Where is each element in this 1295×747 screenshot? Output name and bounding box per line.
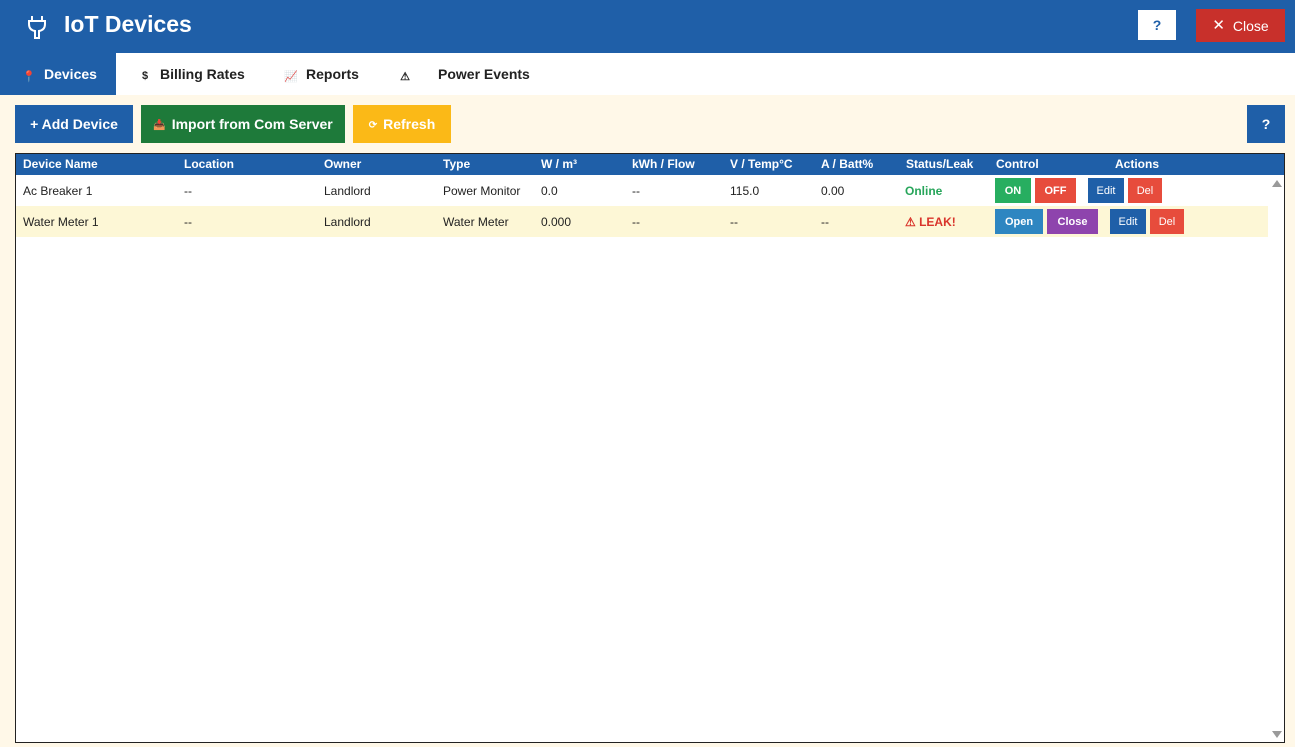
column-header: A / Batt%	[821, 157, 874, 171]
add-device-button[interactable]: + Add Device	[15, 105, 133, 143]
edit-button[interactable]: Edit	[1088, 178, 1124, 203]
column-header: kWh / Flow	[632, 157, 695, 171]
column-header: W / m³	[541, 157, 577, 171]
tab-devices[interactable]: 📍 Devices	[0, 53, 116, 95]
device-name-cell: Water Meter 1	[23, 215, 99, 229]
delete-button[interactable]: Del	[1150, 209, 1184, 234]
edit-button[interactable]: Edit	[1110, 209, 1146, 234]
tab-label: Devices	[44, 66, 97, 82]
window-title: IoT Devices	[64, 11, 192, 37]
off-button[interactable]: OFF	[1035, 178, 1076, 203]
refresh-icon: ⟳	[368, 120, 378, 131]
amps-cell: 0.00	[821, 184, 845, 198]
status-badge: Online	[905, 184, 943, 198]
location-cell: --	[184, 184, 192, 198]
kwh-cell: --	[632, 184, 640, 198]
battery-cell: --	[821, 215, 829, 229]
tab-power-events[interactable]: ⚠ Power Events	[398, 53, 530, 95]
close-button[interactable]: ✕ Close	[1196, 9, 1285, 42]
toolbar-help-button[interactable]: ?	[1247, 105, 1285, 143]
column-header: Location	[184, 157, 234, 171]
column-header: Actions	[1115, 157, 1160, 171]
temp-cell: --	[730, 215, 738, 229]
scroll-up-arrow-icon[interactable]	[1272, 180, 1282, 187]
column-header: Owner	[324, 157, 362, 171]
column-header: V / Temp°C	[730, 157, 793, 171]
tab-reports[interactable]: 📈 Reports	[284, 53, 359, 95]
voltage-cell: 115.0	[730, 184, 760, 198]
scroll-down-arrow-icon[interactable]	[1272, 731, 1282, 738]
refresh-label: Refresh	[383, 116, 436, 132]
table-row[interactable]: Water Meter 1 -- Landlord Water Meter 0.…	[16, 206, 1268, 237]
close-valve-button[interactable]: Close	[1047, 209, 1098, 234]
tab-billing-rates[interactable]: $ Billing Rates	[138, 53, 245, 95]
on-button[interactable]: ON	[995, 178, 1031, 203]
flow-cell: --	[632, 215, 640, 229]
location-cell: --	[184, 215, 192, 229]
refresh-button[interactable]: ⟳ Refresh	[353, 105, 451, 143]
tab-label: Billing Rates	[160, 66, 245, 82]
column-header: Status/Leak	[906, 157, 974, 171]
leak-status-badge: ⚠ LEAK!	[905, 215, 956, 229]
tab-bar: 📍 Devices $ Billing Rates 📈 Reports ⚠ Po…	[0, 53, 1295, 95]
open-valve-button[interactable]: Open	[995, 209, 1043, 234]
device-name-cell: Ac Breaker 1	[23, 184, 93, 198]
title-bar: IoT Devices ? ✕ Close	[0, 0, 1295, 53]
type-cell: Water Meter	[443, 215, 509, 229]
tab-label: Reports	[306, 66, 359, 82]
watts-cell: 0.0	[541, 184, 558, 198]
delete-button[interactable]: Del	[1128, 178, 1162, 203]
table-header: Device Name Location Owner Type W / m³ k…	[16, 154, 1284, 175]
devices-table: Device Name Location Owner Type W / m³ k…	[15, 153, 1285, 743]
plug-icon	[28, 16, 46, 39]
close-icon: ✕	[1212, 17, 1225, 34]
pin-icon: 📍	[22, 70, 36, 83]
import-label: Import from Com Server	[171, 116, 333, 132]
table-row[interactable]: Ac Breaker 1 -- Landlord Power Monitor 0…	[16, 175, 1268, 206]
close-label: Close	[1232, 17, 1269, 34]
warning-icon: ⚠	[400, 70, 410, 83]
column-header: Control	[996, 157, 1039, 171]
dollar-icon: $	[141, 70, 149, 82]
flow-rate-cell: 0.000	[541, 215, 572, 229]
type-cell: Power Monitor	[443, 184, 521, 198]
column-header: Type	[443, 157, 471, 171]
owner-cell: Landlord	[324, 184, 371, 198]
chart-icon: 📈	[284, 70, 298, 83]
help-button[interactable]: ?	[1138, 10, 1176, 40]
import-icon: 📥	[153, 120, 166, 131]
import-button[interactable]: 📥 Import from Com Server	[141, 105, 345, 143]
tab-label: Power Events	[438, 66, 530, 82]
vertical-scrollbar[interactable]	[1268, 175, 1284, 742]
owner-cell: Landlord	[324, 215, 371, 229]
column-header: Device Name	[23, 157, 98, 171]
